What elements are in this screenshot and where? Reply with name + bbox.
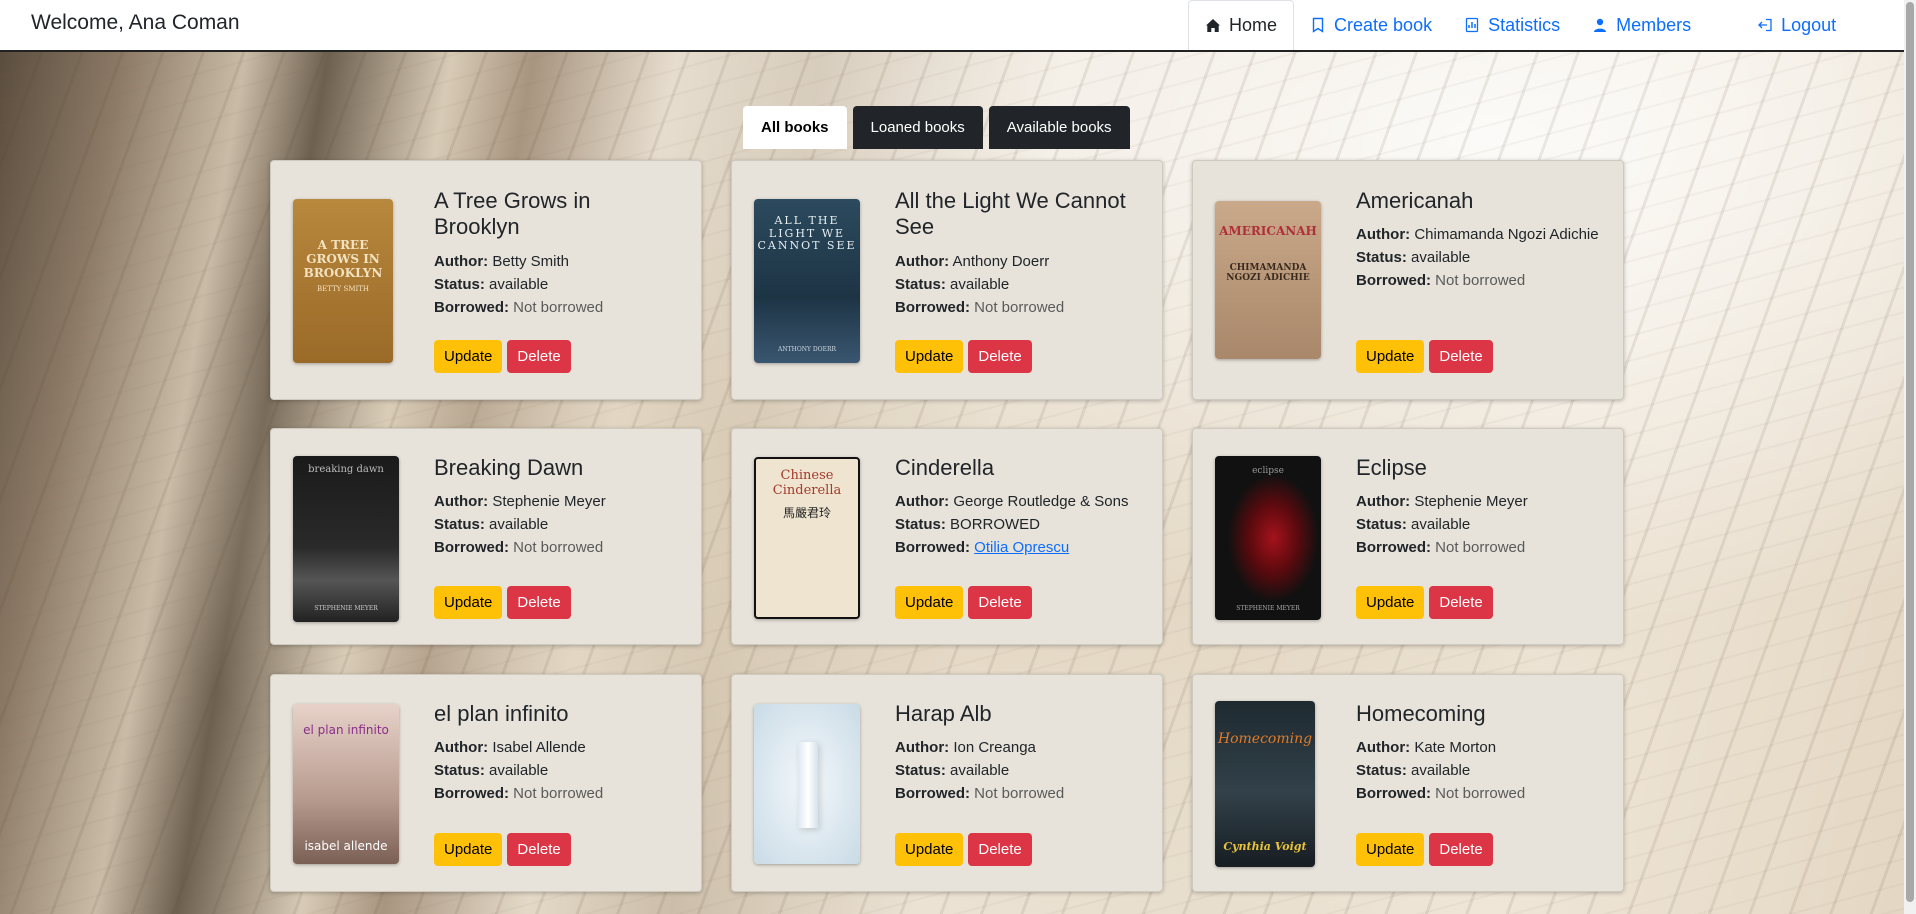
book-author: Ion Creanga (953, 739, 1036, 757)
delete-button[interactable]: Delete (968, 586, 1032, 619)
book-title: Eclipse (1356, 455, 1427, 480)
book-status: available (950, 762, 1010, 780)
nav-members-label: Members (1616, 14, 1692, 35)
book-borrowed: Not borrowed (1435, 272, 1526, 290)
update-button[interactable]: Update (895, 833, 964, 866)
nav-members[interactable]: Members (1576, 0, 1707, 50)
book-borrowed: Not borrowed (513, 785, 604, 803)
book-title: Cinderella (895, 455, 995, 480)
book-cover: Chinese Cinderella 馬嚴君玲 (754, 457, 860, 619)
scrollbar-thumb[interactable] (1906, 2, 1914, 902)
book-status: available (489, 275, 549, 293)
book-status: available (489, 762, 549, 780)
book-borrowed: Not borrowed (974, 298, 1065, 316)
book-card: AMERICANAH CHIMAMANDA NGOZI ADICHIE Amer… (1192, 160, 1624, 400)
book-author: Isabel Allende (492, 739, 586, 757)
book-borrowed: Not borrowed (1435, 539, 1526, 557)
book-cover: ALL THE LIGHT WE CANNOT SEE ANTHONY DOER… (754, 199, 860, 363)
update-button[interactable]: Update (434, 586, 503, 619)
nav-logout-label: Logout (1781, 14, 1837, 35)
book-card: Harap Alb Author: Ion Creanga Status: av… (731, 674, 1163, 892)
book-card: Chinese Cinderella 馬嚴君玲 Cinderella Autho… (731, 428, 1163, 645)
page-scrollbar[interactable] (1904, 0, 1916, 914)
book-cover: AMERICANAH CHIMAMANDA NGOZI ADICHIE (1215, 201, 1321, 359)
book-status: available (1411, 516, 1471, 534)
logout-icon (1758, 18, 1772, 32)
book-status: available (489, 516, 549, 534)
book-cover: eclipse STEPHENIE MEYER (1215, 456, 1321, 620)
book-cover: A TREE GROWS IN BROOKLYN BETTY SMITH (293, 199, 393, 363)
book-title: All the Light We Cannot See (895, 188, 1126, 240)
update-button[interactable]: Update (1356, 340, 1425, 373)
delete-button[interactable]: Delete (968, 833, 1032, 866)
update-button[interactable]: Update (1356, 586, 1425, 619)
delete-button[interactable]: Delete (968, 340, 1032, 373)
book-author: Kate Morton (1414, 739, 1497, 757)
tab-loaned-books[interactable]: Loaned books (852, 106, 983, 149)
book-status: BORROWED (950, 516, 1041, 534)
book-borrowed: Not borrowed (1435, 785, 1526, 803)
book-borrowed: Not borrowed (974, 785, 1065, 803)
book-cover: Homecoming Cynthia Voigt (1215, 701, 1315, 867)
book-status: available (1411, 762, 1471, 780)
book-cover: el plan infinito isabel allende (293, 704, 399, 864)
book-title: el plan infinito (434, 701, 569, 726)
borrower-link[interactable]: Otilia Oprescu (974, 539, 1069, 556)
book-card: eclipse STEPHENIE MEYER Eclipse Author: … (1192, 428, 1624, 645)
book-status: available (1411, 249, 1471, 267)
delete-button[interactable]: Delete (1429, 833, 1493, 866)
book-title: Homecoming (1356, 701, 1486, 726)
book-card: Homecoming Cynthia Voigt Homecoming Auth… (1192, 674, 1624, 892)
statistics-icon (1465, 17, 1479, 33)
book-cover (754, 704, 860, 864)
update-button[interactable]: Update (434, 833, 503, 866)
nav-statistics-label: Statistics (1488, 14, 1561, 35)
bookmark-icon (1312, 17, 1324, 33)
home-icon (1206, 18, 1220, 32)
nav-home-label: Home (1229, 15, 1278, 35)
tab-available-books[interactable]: Available books (988, 106, 1130, 149)
book-card: A TREE GROWS IN BROOKLYN BETTY SMITH A T… (270, 160, 702, 400)
delete-button[interactable]: Delete (507, 586, 571, 619)
book-card: breaking dawn STEPHENIE MEYER Breaking D… (270, 428, 702, 645)
nav-home[interactable]: Home (1188, 0, 1295, 50)
book-author: Stephenie Meyer (1414, 493, 1528, 511)
book-borrowed: Not borrowed (513, 539, 604, 557)
delete-button[interactable]: Delete (1429, 340, 1493, 373)
update-button[interactable]: Update (434, 340, 503, 373)
book-author: Chimamanda Ngozi Adichie (1414, 226, 1599, 244)
book-author: George Routledge & Sons (953, 493, 1129, 511)
book-title: Americanah (1356, 188, 1474, 213)
welcome-text: Welcome, Ana Coman (31, 11, 240, 34)
book-card: ALL THE LIGHT WE CANNOT SEE ANTHONY DOER… (731, 160, 1163, 400)
user-icon (1594, 18, 1607, 32)
book-filter-tabs: All books Loaned books Available books (743, 106, 1130, 149)
delete-button[interactable]: Delete (507, 833, 571, 866)
book-status: available (950, 275, 1010, 293)
update-button[interactable]: Update (1356, 833, 1425, 866)
nav-menu: Home Create book Statistics Members Logo… (1188, 0, 1852, 50)
nav-statistics[interactable]: Statistics (1448, 0, 1576, 50)
book-borrowed: Not borrowed (513, 298, 604, 316)
book-cover: breaking dawn STEPHENIE MEYER (293, 456, 399, 622)
nav-logout[interactable]: Logout (1741, 0, 1852, 50)
delete-button[interactable]: Delete (507, 340, 571, 373)
book-author: Anthony Doerr (952, 252, 1050, 270)
book-author: Stephenie Meyer (492, 493, 606, 511)
book-card: el plan infinito isabel allende el plan … (270, 674, 702, 892)
navbar: Welcome, Ana Coman Home Create book Stat… (0, 0, 1904, 52)
nav-create-book[interactable]: Create book (1294, 0, 1448, 50)
book-title: Harap Alb (895, 701, 992, 726)
delete-button[interactable]: Delete (1429, 586, 1493, 619)
tab-all-books[interactable]: All books (743, 106, 847, 149)
update-button[interactable]: Update (895, 340, 964, 373)
book-title: Breaking Dawn (434, 455, 584, 480)
nav-create-book-label: Create book (1334, 14, 1433, 35)
book-author: Betty Smith (492, 252, 570, 270)
book-title: A Tree Grows in Brooklyn (434, 188, 591, 240)
update-button[interactable]: Update (895, 586, 964, 619)
